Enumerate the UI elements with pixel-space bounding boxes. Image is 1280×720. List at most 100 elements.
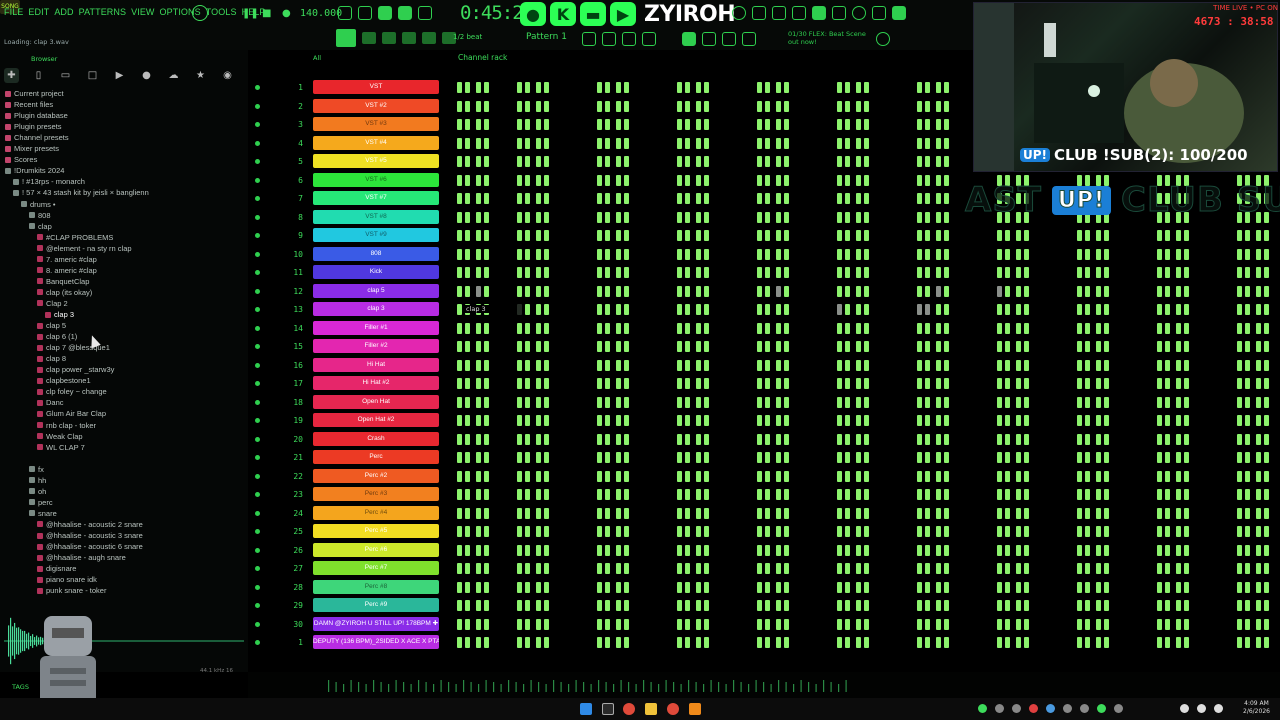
step-button[interactable]: [525, 378, 530, 389]
step-button[interactable]: [1184, 526, 1189, 537]
step-button[interactable]: [1016, 581, 1021, 593]
step-button[interactable]: [1024, 563, 1029, 574]
step-button[interactable]: [624, 378, 629, 389]
step-button[interactable]: [685, 433, 690, 445]
step-button[interactable]: [1024, 637, 1029, 648]
channel-mixer-track[interactable]: 18: [283, 395, 303, 410]
step-button[interactable]: [696, 433, 701, 445]
step-button[interactable]: [696, 396, 701, 408]
tempo-display[interactable]: 140.000: [300, 8, 342, 19]
step-button[interactable]: [696, 507, 701, 519]
step-button[interactable]: [544, 415, 549, 426]
step-button[interactable]: [465, 637, 470, 648]
step-button[interactable]: [457, 489, 462, 500]
tree-item[interactable]: punk snare - toker: [37, 585, 106, 596]
step-button[interactable]: [1165, 470, 1170, 482]
step-button[interactable]: [845, 211, 850, 223]
step-button[interactable]: [845, 341, 850, 352]
step-button[interactable]: [696, 119, 701, 130]
step-button[interactable]: [1157, 230, 1162, 241]
step-button[interactable]: [465, 359, 470, 371]
step-button[interactable]: [837, 230, 842, 241]
step-button[interactable]: [484, 156, 489, 167]
step-button[interactable]: [1237, 415, 1242, 426]
step-button[interactable]: [765, 433, 770, 445]
step-button[interactable]: [624, 396, 629, 408]
step-button[interactable]: [837, 359, 842, 371]
step-button[interactable]: [457, 341, 462, 352]
step-button[interactable]: [525, 304, 530, 315]
step-button[interactable]: [525, 563, 530, 574]
step-button[interactable]: [1245, 359, 1250, 371]
step-button[interactable]: [784, 119, 789, 130]
step-button[interactable]: [1016, 544, 1021, 556]
step-button[interactable]: [1165, 618, 1170, 630]
step-button[interactable]: [917, 618, 922, 630]
step-button[interactable]: [936, 82, 941, 93]
step-button[interactable]: [1096, 452, 1101, 463]
step-button[interactable]: [517, 637, 522, 648]
step-button[interactable]: [864, 600, 869, 611]
step-button[interactable]: [536, 600, 541, 611]
tree-item[interactable]: Clap 2: [37, 298, 68, 309]
step-button[interactable]: [624, 322, 629, 334]
step-button[interactable]: [864, 452, 869, 463]
step-button[interactable]: [837, 415, 842, 426]
tags-label[interactable]: TAGS: [12, 683, 29, 691]
step-button[interactable]: [1016, 470, 1021, 482]
chrome-alt-icon[interactable]: [667, 703, 679, 715]
step-button[interactable]: [997, 415, 1002, 426]
step-button[interactable]: [925, 119, 930, 130]
step-button[interactable]: [1264, 544, 1269, 556]
step-button[interactable]: [517, 470, 522, 482]
step-button[interactable]: [997, 267, 1002, 278]
step-button[interactable]: [1264, 507, 1269, 519]
step-button[interactable]: [1237, 618, 1242, 630]
step-button[interactable]: [757, 304, 762, 315]
step-button[interactable]: [917, 82, 922, 93]
tree-item[interactable]: 7. americ #clap: [37, 254, 97, 265]
step-button[interactable]: [856, 489, 861, 500]
step-button[interactable]: [1096, 359, 1101, 371]
step-button[interactable]: [837, 285, 842, 297]
channel-mute-led[interactable]: [255, 122, 260, 127]
blend-icon[interactable]: [398, 6, 412, 20]
step-button[interactable]: [696, 415, 701, 426]
step-button[interactable]: [484, 193, 489, 204]
step-button[interactable]: [696, 359, 701, 371]
step-button[interactable]: [864, 618, 869, 630]
step-button[interactable]: [765, 82, 770, 93]
step-button[interactable]: [457, 544, 462, 556]
step-button[interactable]: [536, 322, 541, 334]
step-button[interactable]: [1256, 230, 1261, 241]
menu-item-patterns[interactable]: PATTERNS: [79, 7, 126, 17]
step-button[interactable]: [997, 507, 1002, 519]
step-button[interactable]: [1184, 600, 1189, 611]
step-button[interactable]: [616, 322, 621, 334]
channel-mixer-track[interactable]: 1: [283, 635, 303, 650]
step-button[interactable]: [696, 600, 701, 611]
step-button[interactable]: [936, 156, 941, 167]
playlist-icon[interactable]: [582, 32, 596, 46]
step-button[interactable]: [465, 285, 470, 297]
step-button[interactable]: [944, 600, 949, 611]
step-button[interactable]: [677, 304, 682, 315]
tree-item[interactable]: ! 57 × 43 stash kit by jeisli × banglien…: [13, 187, 149, 198]
step-button[interactable]: [484, 174, 489, 186]
step-button[interactable]: [936, 341, 941, 352]
windows-start-icon[interactable]: [580, 703, 592, 715]
step-button[interactable]: [757, 156, 762, 167]
step-button[interactable]: [997, 526, 1002, 537]
tree-item[interactable]: Danc: [37, 397, 64, 408]
step-button[interactable]: [605, 507, 610, 519]
step-button[interactable]: [1184, 489, 1189, 500]
step-button[interactable]: [704, 341, 709, 352]
step-button[interactable]: [917, 470, 922, 482]
step-button[interactable]: [1256, 285, 1261, 297]
step-button[interactable]: [476, 563, 481, 574]
step-button[interactable]: [936, 452, 941, 463]
step-button[interactable]: [936, 230, 941, 241]
step-button[interactable]: [677, 563, 682, 574]
channel-mixer-track[interactable]: 27: [283, 561, 303, 576]
loop-record-icon[interactable]: [418, 6, 432, 20]
